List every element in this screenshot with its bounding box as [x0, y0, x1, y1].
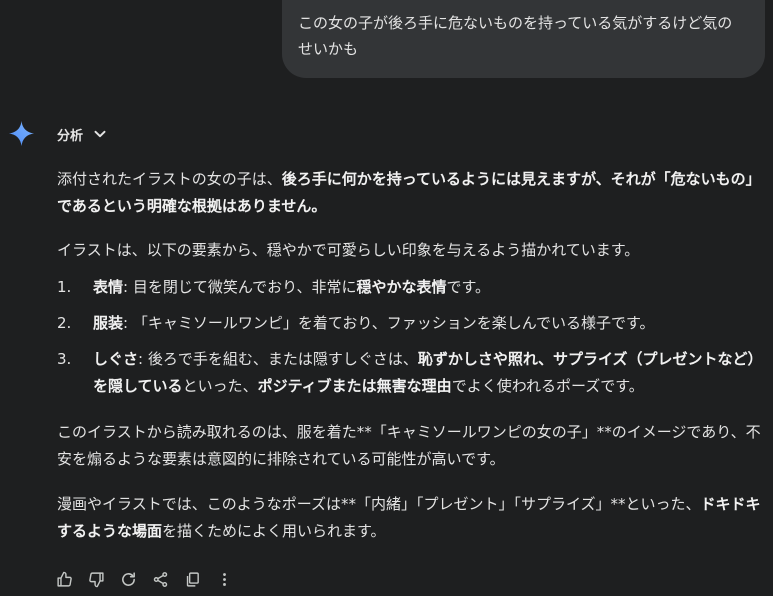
more-options-icon	[222, 572, 226, 586]
list-number: 1.	[57, 278, 72, 296]
response-paragraph: イラストは、以下の要素から、穏やかで可愛らしい印象を与えるよう描かれています。	[57, 237, 762, 264]
list-item: 2. 服装: 「キャミソールワンピ」を着ており、ファッションを楽しんでいる様子で…	[57, 310, 762, 337]
list-number: 3.	[57, 350, 72, 368]
thumbs-down-button[interactable]	[87, 570, 105, 588]
response-paragraph: 添付されたイラストの女の子は、後ろ手に何かを持っているようには見えますが、それが…	[57, 166, 762, 220]
list-item: 3. しぐさ: 後ろで手を組む、または隠すしぐさは、恥ずかしさや照れ、サプライズ…	[57, 346, 762, 400]
copy-icon	[186, 571, 199, 587]
thumbs-up-button[interactable]	[55, 570, 73, 588]
copy-button[interactable]	[183, 570, 201, 588]
thumbs-down-icon	[88, 571, 104, 587]
list-number: 2.	[57, 314, 72, 332]
response-text: このイラストから読み取れるのは、服を着た**「キャミソールワンピの女の子」**の…	[57, 423, 761, 468]
response-text: イラストは、以下の要素から、穏やかで可愛らしい印象を与えるよう描かれています。	[57, 241, 640, 259]
list-bold-text: 穏やかな表情	[356, 278, 447, 296]
response-paragraph: このイラストから読み取れるのは、服を着た**「キャミソールワンピの女の子」**の…	[57, 419, 762, 473]
list-term: 表情	[93, 278, 124, 296]
share-button[interactable]	[151, 570, 169, 588]
analysis-toggle-button[interactable]: 分析	[57, 122, 107, 146]
response-action-bar	[55, 567, 233, 591]
list-text: : 目を閉じて微笑んでおり、非常に	[123, 278, 357, 296]
analysis-label: 分析	[57, 128, 84, 144]
response-text: を描くためによく用いられます。	[162, 522, 386, 540]
user-message-bubble: この女の子が後ろ手に危ないものを持っている気がするけど気のせいかも	[282, 0, 765, 78]
thumbs-up-icon	[56, 571, 72, 587]
user-message-text: この女の子が後ろ手に危ないものを持っている気がするけど気のせいかも	[298, 14, 733, 58]
chevron-down-icon	[94, 130, 106, 138]
chat-page: この女の子が後ろ手に危ないものを持っている気がするけど気のせいかも 分析 添付さ…	[0, 0, 773, 596]
list-term: 服装	[93, 314, 124, 332]
more-options-button[interactable]	[215, 570, 233, 588]
list-text: といった、	[182, 377, 258, 395]
regenerate-button[interactable]	[119, 570, 137, 588]
gemini-spark-icon	[8, 120, 35, 147]
list-term: しぐさ	[93, 350, 139, 368]
list-text: : 後ろで手を組む、または隠すしぐさは、	[138, 350, 418, 368]
list-bold-text: ポジティブまたは無害な理由	[257, 377, 452, 395]
response-text: 添付されたイラストの女の子は、	[57, 170, 282, 188]
list-text: : 「キャミソールワンピ」を着ており、ファッションを楽しんでいる様子です。	[123, 314, 655, 332]
list-text: でよく使われるポーズです。	[451, 377, 644, 395]
share-icon	[153, 571, 167, 587]
response-paragraph: 漫画やイラストでは、このようなポーズは**「内緒」「プレゼント」「サプライズ」*…	[57, 491, 762, 545]
response-list: 1. 表情: 目を閉じて微笑んでおり、非常に穏やかな表情です。 2. 服装: 「…	[57, 274, 762, 409]
regenerate-icon	[121, 571, 135, 586]
list-text: です。	[446, 278, 491, 296]
list-item: 1. 表情: 目を閉じて微笑んでおり、非常に穏やかな表情です。	[57, 274, 762, 301]
response-text: 漫画やイラストでは、このようなポーズは**「内緒」「プレゼント」「サプライズ」*…	[57, 495, 701, 513]
